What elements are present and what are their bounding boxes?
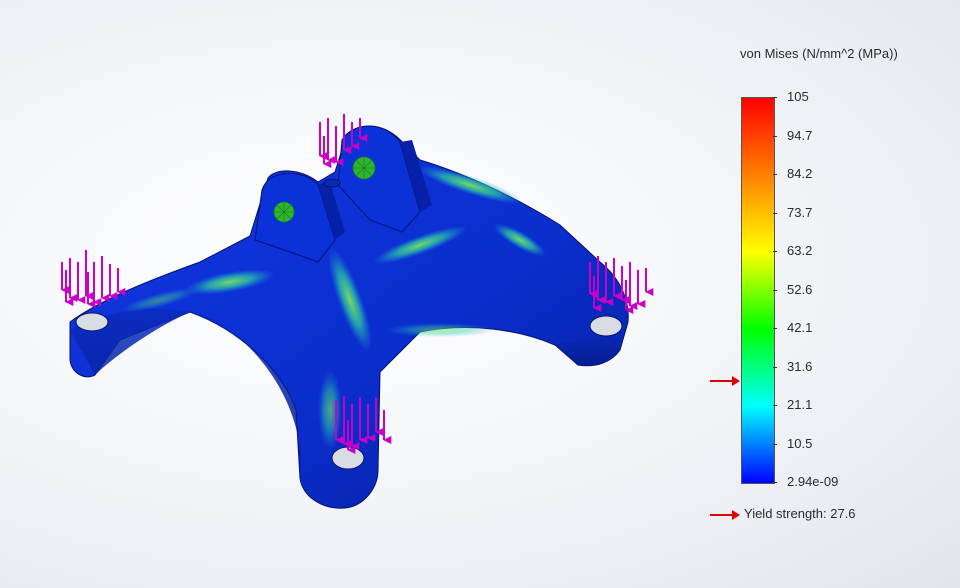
yield-strength-label: Yield strength: 27.6 bbox=[744, 506, 856, 521]
colorbar-tick-label: 42.1 bbox=[787, 320, 813, 335]
colorbar-tick-label: 10.5 bbox=[787, 435, 813, 451]
colorbar-tick-mark bbox=[773, 405, 777, 406]
colorbar-tick-label: 21.1 bbox=[787, 397, 813, 412]
simulation-viewport[interactable] bbox=[0, 0, 960, 588]
mount-hole-front bbox=[331, 446, 365, 470]
stress-band bbox=[385, 323, 495, 337]
colorbar-tick-mark bbox=[773, 482, 777, 483]
colorbar-tick-label: 2.94e-09 bbox=[787, 474, 839, 489]
colorbar-tick-mark bbox=[773, 328, 777, 329]
mount-hole-back bbox=[323, 178, 341, 188]
mount-hole-left bbox=[75, 312, 109, 332]
colorbar-tick-label: 84.2 bbox=[787, 166, 813, 181]
colorbar-tick-label: 52.6 bbox=[787, 281, 813, 297]
colorbar-tick-label: 73.7 bbox=[787, 204, 813, 220]
load-arrows-left bbox=[61, 250, 126, 308]
mount-hole-right bbox=[589, 315, 623, 337]
yield-marker-arrow bbox=[710, 374, 740, 393]
colorbar-tick-label: 94.7 bbox=[787, 127, 813, 143]
colorbar-tick-mark bbox=[773, 135, 777, 137]
colorbar-tick-mark bbox=[773, 212, 777, 214]
bracket-model[interactable] bbox=[61, 114, 654, 509]
colorbar-tick-mark bbox=[773, 174, 777, 175]
colorbar-tick-label: 31.6 bbox=[787, 358, 813, 374]
colorbar-tick-mark bbox=[773, 97, 777, 98]
colorbar-tick-label: 63.2 bbox=[787, 243, 813, 258]
stress-band bbox=[318, 370, 342, 450]
stress-colorbar bbox=[741, 97, 775, 484]
yield-legend-arrow-icon bbox=[710, 510, 740, 520]
yield-arrow-icon bbox=[710, 375, 740, 386]
colorbar-tick-label: 105 bbox=[787, 89, 809, 104]
colorbar-tick-mark bbox=[773, 443, 777, 445]
colorbar-tick-mark bbox=[773, 366, 777, 368]
colorbar-tick-mark bbox=[773, 251, 777, 252]
colorbar-tick-mark bbox=[773, 289, 777, 291]
legend-title: von Mises (N/mm^2 (MPa)) bbox=[740, 46, 898, 61]
